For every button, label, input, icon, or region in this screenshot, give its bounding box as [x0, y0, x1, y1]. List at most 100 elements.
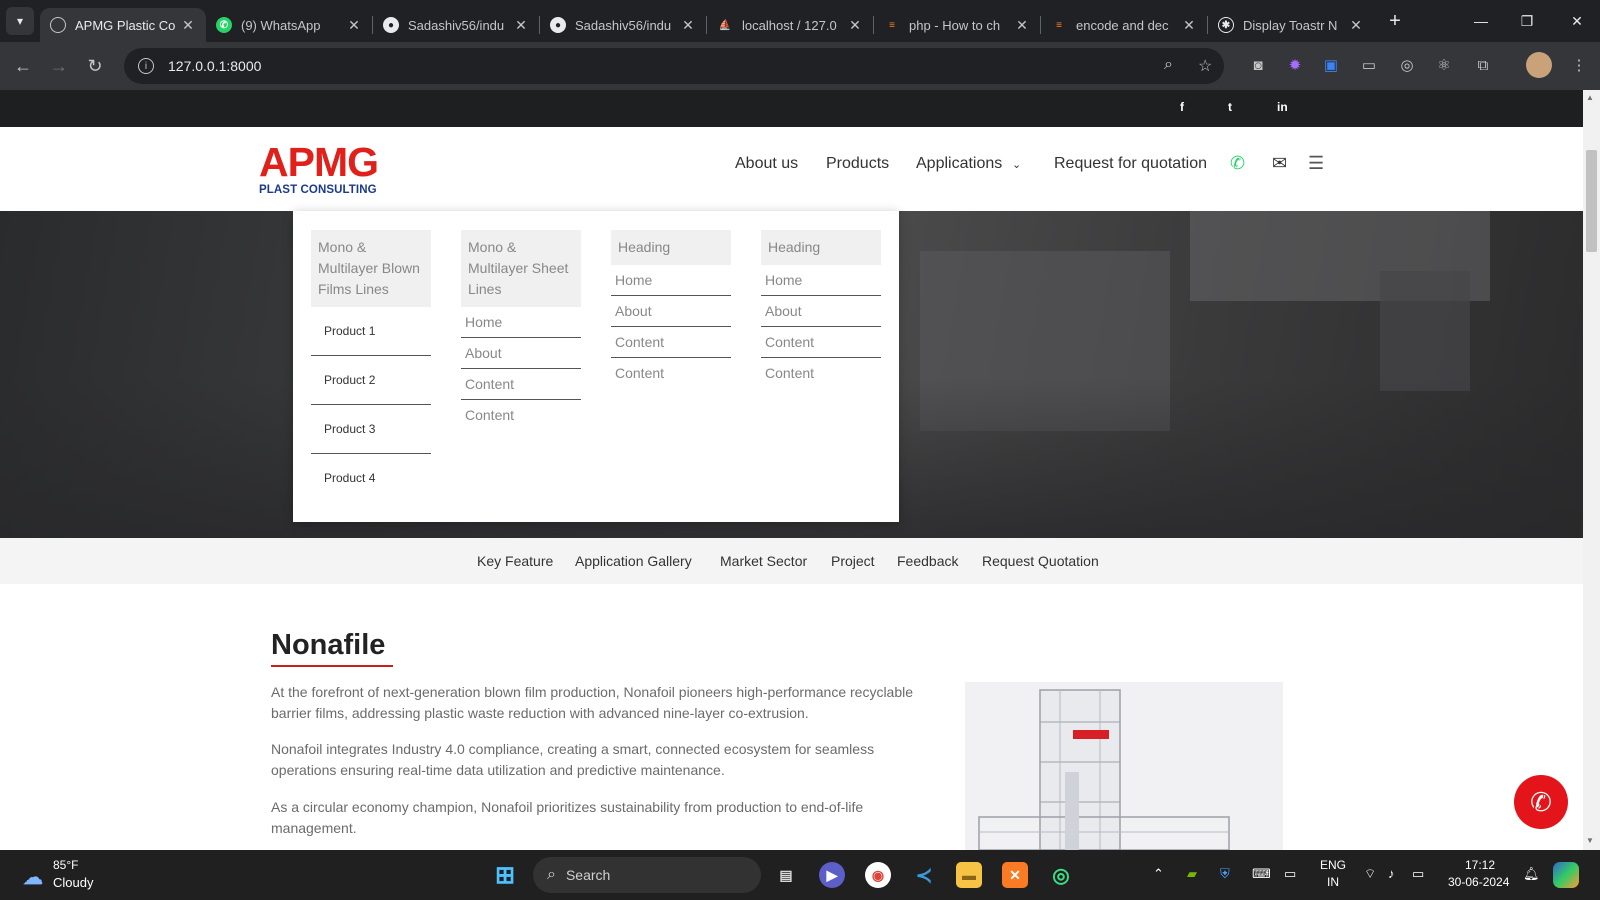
mega-menu-link[interactable]: About: [761, 296, 881, 327]
extensions-puzzle-icon[interactable]: ⧉: [1470, 52, 1496, 78]
tab-github-2[interactable]: ● Sadashiv56/indu ✕: [540, 8, 706, 42]
subnav-feedback[interactable]: Feedback: [897, 553, 958, 569]
target-extension-icon[interactable]: ◎: [1394, 52, 1420, 78]
tab-search-button[interactable]: ▾: [6, 7, 34, 35]
mega-menu-link[interactable]: Product 3: [311, 405, 431, 454]
chrome-icon[interactable]: ◉: [865, 862, 891, 888]
subnav-application-gallery[interactable]: Application Gallery: [575, 553, 692, 569]
mega-menu-link[interactable]: Content: [461, 400, 581, 430]
facebook-icon[interactable]: f: [1180, 100, 1184, 114]
mega-menu-link[interactable]: Content: [761, 327, 881, 358]
camera-extension-icon[interactable]: ◙: [1245, 52, 1271, 78]
file-explorer-icon[interactable]: ▬: [956, 862, 982, 888]
display-icon[interactable]: ▭: [1284, 866, 1296, 882]
subnav-request-quotation[interactable]: Request Quotation: [982, 553, 1099, 569]
tab-phpmyadmin[interactable]: ⛵ localhost / 127.0 ✕: [707, 8, 873, 42]
vscode-icon[interactable]: ≺: [911, 862, 937, 888]
address-bar[interactable]: i 127.0.0.1:8000 ⌕ ☆: [124, 48, 1224, 84]
tab-github-1[interactable]: ● Sadashiv56/indu ✕: [373, 8, 539, 42]
volume-icon[interactable]: ♪: [1388, 866, 1395, 881]
close-tab-icon[interactable]: ✕: [1014, 17, 1030, 34]
close-tab-icon[interactable]: ✕: [346, 17, 362, 34]
battery-icon[interactable]: ▭: [1412, 866, 1424, 882]
mega-menu-link[interactable]: Content: [461, 369, 581, 400]
close-tab-icon[interactable]: ✕: [1181, 17, 1197, 34]
tab-title: (9) WhatsApp: [241, 17, 321, 33]
call-button[interactable]: ✆: [1514, 775, 1568, 829]
scrollbar-thumb[interactable]: [1586, 150, 1597, 252]
mail-icon[interactable]: ✉: [1272, 153, 1287, 174]
taskbar-search[interactable]: ⌕ Search: [533, 857, 761, 893]
task-view-icon[interactable]: ▤: [773, 862, 799, 888]
scroll-down-arrow-icon[interactable]: ▼: [1586, 836, 1594, 845]
app-ring-icon[interactable]: ◎: [1048, 862, 1074, 888]
nvidia-icon[interactable]: ▰: [1187, 866, 1197, 882]
notification-bell-icon[interactable]: 🔔︎: [1523, 866, 1540, 882]
close-window-button[interactable]: ✕: [1554, 0, 1600, 42]
tab-whatsapp[interactable]: ✆ (9) WhatsApp ✕: [206, 8, 372, 42]
wifi-icon[interactable]: ⌔: [1364, 866, 1376, 882]
fl-extension-icon[interactable]: ▣: [1318, 52, 1344, 78]
subnav-market-sector[interactable]: Market Sector: [720, 553, 807, 569]
language-region[interactable]: IN: [1327, 875, 1339, 889]
tab-apmg[interactable]: APMG Plastic Co ✕: [40, 8, 206, 42]
mega-menu-link[interactable]: Product 4: [311, 454, 431, 503]
tab-chatgpt[interactable]: ✱ Display Toastr N ✕: [1208, 8, 1374, 42]
close-tab-icon[interactable]: ✕: [1348, 17, 1364, 34]
forward-arrow-icon[interactable]: →: [41, 48, 77, 84]
zoom-icon[interactable]: ⌕: [1164, 56, 1173, 74]
profile-avatar[interactable]: [1526, 52, 1552, 78]
twitter-icon[interactable]: t: [1228, 100, 1232, 114]
language-code[interactable]: ENG: [1320, 858, 1346, 872]
close-tab-icon[interactable]: ✕: [180, 17, 196, 34]
linkedin-icon[interactable]: in: [1277, 100, 1288, 114]
defender-icon[interactable]: ⛨: [1220, 866, 1230, 882]
subnav-key-feature[interactable]: Key Feature: [477, 553, 553, 569]
nav-applications[interactable]: Applications: [916, 155, 1002, 173]
subnav-project[interactable]: Project: [831, 553, 875, 569]
teams-icon[interactable]: ▶: [819, 862, 845, 888]
mega-menu-link[interactable]: Home: [761, 265, 881, 296]
scroll-up-arrow-icon[interactable]: ▲: [1586, 93, 1594, 102]
mega-menu-link[interactable]: Product 2: [311, 356, 431, 405]
whatsapp-icon[interactable]: ✆: [1230, 153, 1245, 174]
keyboard-icon[interactable]: ⌨: [1252, 866, 1271, 882]
mega-menu-link[interactable]: Content: [761, 358, 881, 388]
close-tab-icon[interactable]: ✕: [513, 17, 529, 34]
tab-stackoverflow-1[interactable]: ≡ php - How to ch ✕: [874, 8, 1040, 42]
mega-menu-link[interactable]: About: [461, 338, 581, 369]
hamburger-menu-icon[interactable]: ☰: [1308, 153, 1324, 174]
tab-stackoverflow-2[interactable]: ≡ encode and dec ✕: [1041, 8, 1207, 42]
react-extension-icon[interactable]: ⚛: [1431, 52, 1457, 78]
reload-icon[interactable]: ↻: [77, 48, 113, 84]
mega-menu-link[interactable]: About: [611, 296, 731, 327]
nav-about-us[interactable]: About us: [735, 155, 798, 173]
close-tab-icon[interactable]: ✕: [680, 17, 696, 34]
logo-text[interactable]: APMG: [259, 142, 379, 183]
mega-menu-heading: Mono & Multilayer Blown Films Lines: [311, 230, 431, 307]
bookmark-star-icon[interactable]: ☆: [1198, 56, 1212, 76]
puzzle-extension-icon[interactable]: ✹: [1282, 52, 1308, 78]
browser-menu-icon[interactable]: ⋮: [1566, 52, 1592, 78]
nav-request-quotation[interactable]: Request for quotation: [1054, 155, 1207, 173]
close-tab-icon[interactable]: ✕: [847, 17, 863, 34]
site-info-icon[interactable]: i: [138, 58, 154, 74]
windows-start-icon[interactable]: ⊞: [492, 862, 518, 889]
mega-menu-link[interactable]: Home: [611, 265, 731, 296]
nav-products[interactable]: Products: [826, 155, 889, 173]
mega-menu-link[interactable]: Product 1: [311, 307, 431, 356]
clock-time[interactable]: 17:12: [1465, 858, 1495, 872]
mega-menu-link[interactable]: Content: [611, 358, 731, 388]
cast-extension-icon[interactable]: ▭: [1356, 52, 1382, 78]
mega-menu-link[interactable]: Home: [461, 307, 581, 338]
minimize-button[interactable]: —: [1458, 0, 1504, 42]
xampp-icon[interactable]: ✕: [1002, 862, 1028, 888]
show-hidden-icons-chevron-icon[interactable]: ⌃: [1153, 866, 1164, 882]
copilot-icon[interactable]: [1553, 862, 1579, 888]
cloud-weather-icon[interactable]: ☁: [18, 864, 48, 890]
clock-date[interactable]: 30-06-2024: [1448, 875, 1509, 889]
restore-button[interactable]: ❐: [1504, 0, 1550, 42]
back-arrow-icon[interactable]: ←: [5, 48, 41, 84]
new-tab-button[interactable]: +: [1380, 10, 1410, 33]
mega-menu-link[interactable]: Content: [611, 327, 731, 358]
